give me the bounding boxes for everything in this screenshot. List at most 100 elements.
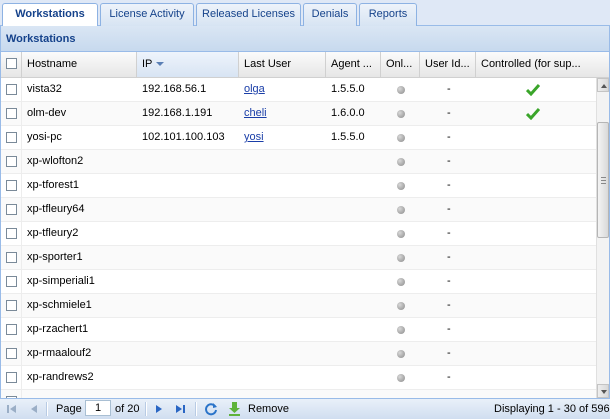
refresh-icon[interactable] [204,402,218,418]
row-checkbox[interactable] [6,372,17,383]
paging-toolbar: Page of 20 Remove Displaying 1 - 30 of 5… [0,398,610,419]
table-row[interactable]: xp-tfleury2 - [1,222,596,246]
row-checkbox[interactable] [6,252,17,263]
hostname-cell: xp-rzachert1 [27,323,89,335]
table-row[interactable]: xp-wlofton2 - [1,150,596,174]
table-row[interactable]: xp-schmiele1 - [1,294,596,318]
online-status-cell [381,366,420,389]
table-row[interactable]: vista32 192.168.56.1 olga 1.5.5.0 - [1,78,596,102]
row-checkbox[interactable] [6,108,17,119]
online-status-cell [381,294,420,317]
row-checkbox[interactable] [6,276,17,287]
controlled-cell [476,342,596,365]
last-page-icon[interactable] [174,403,186,419]
scroll-thumb[interactable] [597,122,609,238]
online-status-cell [381,174,420,197]
last-user-cell [239,270,326,293]
column-header-hostname[interactable]: Hostname [22,52,137,77]
tab-released-licenses[interactable]: Released Licenses [196,3,301,26]
column-header-last-user[interactable]: Last User [239,52,326,77]
last-user-link[interactable]: cheli [244,107,267,119]
user-id-cell: - [447,107,451,119]
column-header-agent[interactable]: Agent ... [326,52,381,77]
last-user-cell [239,294,326,317]
online-status-cell [381,150,420,173]
user-id-cell: - [447,83,451,95]
ip-cell [137,318,239,341]
table-row[interactable]: xp-tforest1 - [1,174,596,198]
offline-status-icon [397,158,405,166]
last-user-cell [239,246,326,269]
row-checkbox[interactable] [6,348,17,359]
column-header-user-id[interactable]: User Id... [420,52,476,77]
table-row[interactable]: xp-rmaalouf2 - [1,342,596,366]
online-status-cell [381,78,420,101]
controlled-cell [476,366,596,389]
row-checkbox[interactable] [6,84,17,95]
vertical-scrollbar[interactable] [596,78,609,398]
toolbar-separator [195,402,197,416]
table-row[interactable]: yosi-pc 102.101.100.103 yosi 1.5.5.0 - [1,126,596,150]
table-row[interactable]: xp-tfleury64 - [1,198,596,222]
tab-reports[interactable]: Reports [359,3,417,26]
row-select-cell [1,246,22,269]
row-checkbox[interactable] [6,132,17,143]
last-user-link[interactable]: yosi [244,131,264,143]
controlled-cell [476,318,596,341]
row-select-cell [1,198,22,221]
row-checkbox[interactable] [6,300,17,311]
table-row[interactable] [1,390,596,398]
remove-button[interactable]: Remove [248,401,289,417]
user-id-cell [420,390,476,398]
table-row[interactable]: xp-randrews2 - [1,366,596,390]
select-all-checkbox[interactable] [6,58,17,69]
scroll-down-button[interactable] [597,384,609,398]
grid-body: vista32 192.168.56.1 olga 1.5.5.0 - olm-dev 19… [1,78,596,398]
user-id-cell: - [447,299,451,311]
column-header-ip[interactable]: IP [137,52,239,77]
row-select-cell [1,318,22,341]
download-icon[interactable] [228,401,241,417]
column-header-controlled[interactable]: Controlled (for sup... [476,52,609,77]
agent-version-cell: 1.6.0.0 [331,107,365,119]
agent-version-cell [326,174,381,197]
table-row[interactable]: xp-rzachert1 - [1,318,596,342]
row-checkbox[interactable] [6,228,17,239]
hostname-cell: xp-tforest1 [27,179,79,191]
column-header-online[interactable]: Onl... [381,52,420,77]
row-select-cell [1,126,22,149]
scroll-up-button[interactable] [597,78,609,92]
first-page-icon[interactable] [6,403,18,419]
hostname-cell [22,390,137,398]
row-checkbox[interactable] [6,156,17,167]
hostname-cell: xp-sporter1 [27,251,83,263]
last-user-link[interactable]: olga [244,83,265,95]
last-user-cell: yosi [239,126,326,149]
row-checkbox[interactable] [6,180,17,191]
hostname-cell: xp-simperiali1 [27,275,95,287]
scroll-down-icon [601,390,607,394]
agent-version-cell [326,366,381,389]
user-id-cell: - [447,275,451,287]
offline-status-icon [397,326,405,334]
last-user-cell [239,318,326,341]
tab-license-activity[interactable]: License Activity [100,3,194,26]
online-status-cell [381,342,420,365]
row-checkbox[interactable] [6,204,17,215]
controlled-cell [476,246,596,269]
tab-denials[interactable]: Denials [303,3,357,26]
display-count: Displaying 1 - 30 of 596 [494,403,610,415]
row-select-cell [1,390,22,398]
table-row[interactable]: xp-simperiali1 - [1,270,596,294]
online-status-cell [381,246,420,269]
row-checkbox[interactable] [6,324,17,335]
table-row[interactable]: olm-dev 192.168.1.191 cheli 1.6.0.0 - [1,102,596,126]
tab-workstations[interactable]: Workstations [2,3,98,27]
table-row[interactable]: xp-sporter1 - [1,246,596,270]
page-number-input[interactable] [85,400,111,416]
next-page-icon[interactable] [153,403,165,419]
agent-version-cell [326,222,381,245]
hostname-cell: xp-tfleury64 [27,203,85,215]
previous-page-icon[interactable] [28,403,40,419]
row-select-cell [1,150,22,173]
